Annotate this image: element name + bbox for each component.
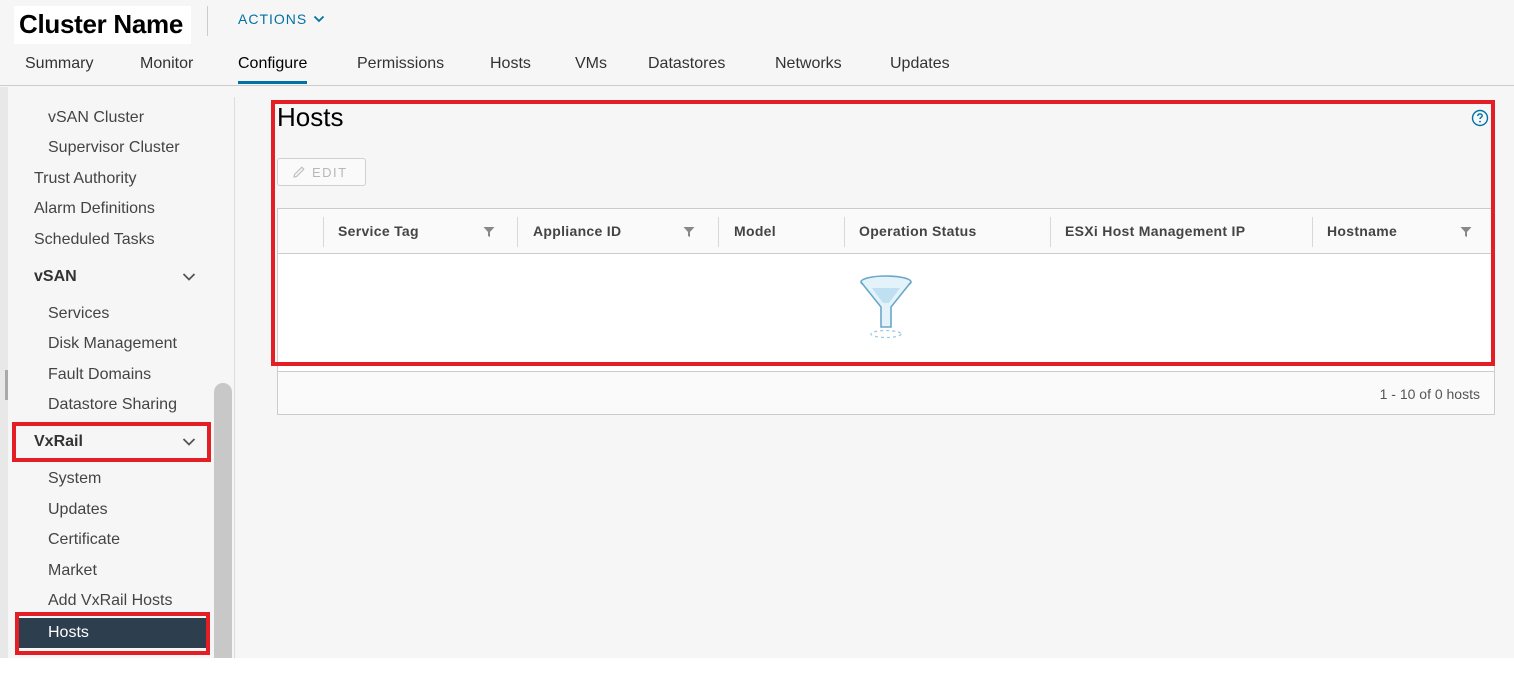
filter-icon[interactable]: [483, 226, 495, 238]
edit-button[interactable]: EDIT: [277, 158, 366, 186]
sidebar-item-add-vxrail-hosts[interactable]: Add VxRail Hosts: [8, 588, 210, 614]
column-header-model[interactable]: Model: [734, 209, 776, 254]
sidebar-item-hosts[interactable]: Hosts: [16, 618, 206, 648]
tab-configure[interactable]: Configure: [238, 55, 308, 84]
tab-hosts[interactable]: Hosts: [490, 55, 531, 81]
filter-icon[interactable]: [683, 226, 695, 238]
tab-updates[interactable]: Updates: [890, 55, 950, 81]
sidebar-scrollbar-thumb[interactable]: [214, 383, 232, 658]
column-header-service-tag[interactable]: Service Tag: [338, 209, 419, 254]
title-divider: [207, 6, 208, 36]
datagrid-header: Service Tag Appliance ID Model Operation…: [278, 209, 1494, 254]
sidebar-item-fault-domains[interactable]: Fault Domains: [8, 362, 210, 388]
tab-summary[interactable]: Summary: [25, 55, 93, 81]
column-header-operation-status[interactable]: Operation Status: [859, 209, 977, 254]
sidebar-item-datastore-sharing[interactable]: Datastore Sharing: [8, 392, 210, 418]
filter-icon[interactable]: [1460, 226, 1472, 238]
tab-networks[interactable]: Networks: [775, 55, 842, 81]
sidebar-item-system[interactable]: System: [8, 466, 210, 492]
edit-button-label: EDIT: [312, 164, 348, 180]
bottom-strip: [0, 658, 1514, 674]
sidebar-item-trust-authority[interactable]: Trust Authority: [8, 166, 210, 192]
column-header-appliance-id[interactable]: Appliance ID: [533, 209, 621, 254]
sidebar-item-supervisor-cluster[interactable]: Supervisor Cluster: [8, 135, 210, 161]
sidebar-item-updates[interactable]: Updates: [8, 497, 210, 523]
sidebar-group-vxrail[interactable]: VxRail: [8, 429, 210, 455]
sidebar-item-services[interactable]: Services: [8, 301, 210, 327]
column-header-hostname[interactable]: Hostname: [1327, 209, 1397, 254]
column-separator: [1312, 217, 1313, 247]
tab-datastores[interactable]: Datastores: [648, 55, 725, 81]
sidebar-item-certificate[interactable]: Certificate: [8, 527, 210, 553]
sidebar-item-alarm-definitions[interactable]: Alarm Definitions: [8, 196, 210, 222]
pagination-summary: 1 - 10 of 0 hosts: [1379, 386, 1480, 402]
sidebar-item-scheduled-tasks[interactable]: Scheduled Tasks: [8, 227, 210, 253]
help-icon[interactable]: [1471, 109, 1489, 127]
tab-bar: Summary Monitor Configure Permissions Ho…: [0, 50, 1514, 86]
column-separator: [718, 217, 719, 247]
sidebar-group-vsan[interactable]: vSAN: [8, 264, 210, 290]
sidebar-item-market[interactable]: Market: [8, 558, 210, 584]
pencil-icon: [293, 166, 305, 178]
empty-funnel-icon: [860, 275, 912, 339]
datagrid-footer: 1 - 10 of 0 hosts: [278, 371, 1494, 414]
tab-permissions[interactable]: Permissions: [357, 55, 444, 81]
page-title: Cluster Name: [19, 9, 184, 39]
sidebar-group-vsan-label: vSAN: [34, 268, 77, 285]
sidebar-item-disk-management[interactable]: Disk Management: [8, 331, 210, 357]
column-separator: [844, 217, 845, 247]
sidebar-item-vsan-cluster[interactable]: vSAN Cluster: [8, 105, 210, 131]
tab-vms[interactable]: VMs: [575, 55, 607, 81]
column-header-esxi-host-management-ip[interactable]: ESXi Host Management IP: [1065, 209, 1245, 254]
tab-monitor[interactable]: Monitor: [140, 55, 193, 81]
chevron-down-icon: [314, 15, 325, 23]
column-separator: [323, 217, 324, 247]
actions-menu-button[interactable]: ACTIONS: [238, 11, 325, 27]
sidebar-item-hosts-label: Hosts: [48, 624, 89, 641]
sidebar-group-vxrail-label: VxRail: [34, 433, 83, 450]
chevron-down-icon: [182, 273, 196, 281]
configure-sidebar: vSAN Cluster Supervisor Cluster Trust Au…: [8, 97, 210, 658]
sidebar-divider: [234, 97, 235, 658]
datagrid-body: [278, 255, 1494, 371]
hosts-datagrid: Service Tag Appliance ID Model Operation…: [277, 208, 1495, 415]
column-separator: [1050, 217, 1051, 247]
actions-label: ACTIONS: [238, 11, 308, 27]
hosts-heading: Hosts: [277, 102, 344, 132]
column-separator: [517, 217, 518, 247]
chevron-down-icon: [182, 438, 196, 446]
